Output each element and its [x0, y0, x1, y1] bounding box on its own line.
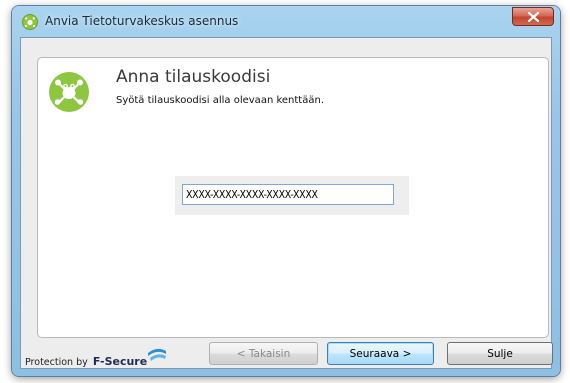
frog-logo-icon — [49, 72, 89, 112]
dialog-body: Anna tilauskoodisi Syötä tilauskoodisi a… — [20, 37, 553, 369]
next-button[interactable]: Seuraava > — [327, 342, 434, 365]
input-area — [175, 176, 409, 215]
window-close-button[interactable] — [512, 7, 554, 26]
title-bar[interactable]: Anvia Tietoturvakeskus asennus — [12, 6, 560, 38]
content-panel: Anna tilauskoodisi Syötä tilauskoodisi a… — [37, 57, 549, 338]
subscription-code-input[interactable] — [182, 184, 394, 205]
app-frog-icon — [22, 14, 38, 30]
back-button[interactable]: < Takaisin — [209, 342, 318, 365]
page-subtitle: Syötä tilauskoodisi alla olevaan kenttää… — [116, 95, 324, 106]
f-secure-logo-icon — [148, 348, 166, 361]
installer-window: Anvia Tietoturvakeskus asennus Anna tila… — [12, 6, 560, 376]
f-secure-branding: Protection by F-Secure — [25, 348, 166, 368]
brand-name: F-Secure — [92, 355, 148, 368]
page-title: Anna tilauskoodisi — [116, 67, 271, 87]
close-button[interactable]: Sulje — [447, 342, 553, 365]
window-title: Anvia Tietoturvakeskus asennus — [45, 14, 239, 28]
close-icon — [528, 12, 539, 22]
brand-prefix: Protection by — [25, 357, 88, 368]
